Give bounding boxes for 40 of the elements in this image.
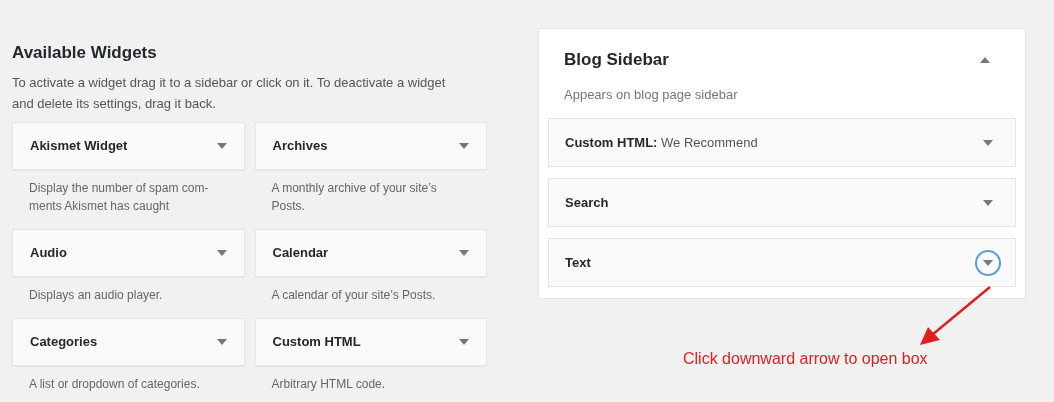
toggle-button[interactable]	[975, 249, 1001, 276]
caret-down-icon	[216, 249, 227, 256]
caret-down-icon	[983, 259, 993, 266]
widget-item[interactable]: Akismet Widget	[12, 121, 245, 170]
widget-name: Calendar	[272, 243, 329, 262]
widget-item[interactable]: Custom HTML	[254, 317, 487, 366]
widget-name: Akismet Widget	[30, 136, 128, 155]
widget-name: Custom HTML	[272, 332, 361, 351]
sidebar-title: Blog Sidebar	[564, 49, 669, 71]
widget-item[interactable]: Categories	[12, 317, 245, 366]
caret-down-icon	[459, 338, 469, 345]
caret-down-icon	[459, 249, 469, 256]
widget-item[interactable]: Audio	[12, 228, 245, 277]
widget-description: A list or dropdown of categories.	[28, 375, 201, 393]
widget-description: Displays an audio player.	[28, 286, 164, 304]
section-description: To activate a widget drag it to a sidebar or click on it. To deactivate a widget and delete its settings, drag it back.	[12, 73, 447, 113]
widget-name: Custom HTML: We Recommend	[565, 133, 758, 152]
section-title: Available Widgets	[12, 42, 158, 64]
caret-down-icon	[983, 199, 993, 206]
caret-down-icon	[459, 142, 469, 149]
widget-description: A monthly archive of your site’s Posts.	[270, 179, 438, 215]
sidebar-widget-item[interactable]: Text	[548, 238, 1016, 287]
annotation-text: Click downward arrow to open box	[683, 349, 928, 369]
sidebar-description: Appears on blog page sidebar	[563, 85, 739, 104]
arrow-icon	[918, 285, 992, 347]
widget-name: Archives	[272, 136, 328, 155]
caret-down-icon	[216, 142, 227, 149]
widget-description: A calendar of your site’s Posts.	[270, 286, 437, 304]
widget-name: Categories	[30, 332, 98, 351]
widget-name: Text	[565, 253, 591, 272]
sidebar-widget-item[interactable]: Custom HTML: We Recommend	[548, 118, 1016, 167]
sidebar-widget-item[interactable]: Search	[548, 178, 1016, 227]
caret-down-icon	[983, 139, 993, 146]
widget-description: Arbitrary HTML code.	[270, 375, 387, 393]
widget-name: Audio	[30, 243, 67, 262]
widget-item[interactable]: Archives	[254, 121, 487, 170]
widget-description: Display the number of spam com-ments Akismet has caught	[28, 179, 210, 215]
caret-down-icon	[216, 338, 227, 345]
widget-item[interactable]: Calendar	[254, 228, 487, 277]
widget-name: Search	[565, 193, 609, 212]
